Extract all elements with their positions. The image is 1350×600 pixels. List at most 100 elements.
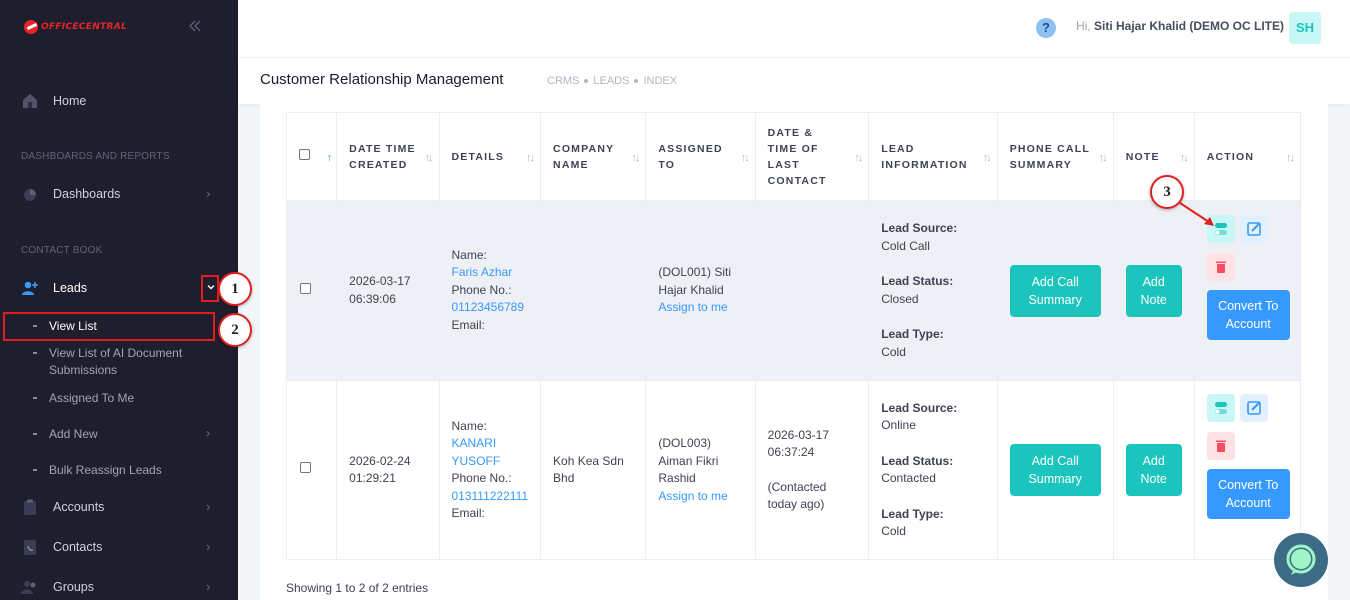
sort-icon[interactable]: ↑↓ [741,150,750,166]
breadcrumb-item[interactable]: CRMS [547,75,579,87]
assigned-name: (DOL003) Aiman Fikri Rashid [658,436,719,485]
cell-note: Add Note [1112,380,1195,560]
lead-status-label: Lead Status: [881,274,954,288]
avatar[interactable]: SH [1289,12,1321,44]
chevron-right-icon: › [206,187,211,201]
column-header-label: DATE TIME CREATED [349,142,416,171]
edit-button[interactable] [1239,215,1268,243]
user-greeting[interactable]: Hi, Siti Hajar Khalid (DEMO OC LITE) [1076,19,1284,33]
sort-icon[interactable]: ↑↓ [854,150,863,166]
row-checkbox[interactable] [300,282,311,294]
sort-icon[interactable]: ↑↓ [1286,150,1295,166]
date-text: 2026-02-24 [349,453,411,468]
sidebar-subitem-label: View List of AI Document Submissions [49,346,183,377]
column-header-company[interactable]: COMPANY NAME ↑↓ [540,112,647,201]
sort-icon[interactable]: ↑↓ [983,150,992,166]
sort-icon[interactable]: ↑↓ [1099,150,1108,166]
lead-source-value: Online [881,418,916,432]
column-header-label: DETAILS [451,150,505,163]
delete-button[interactable] [1206,432,1235,460]
double-chevron-left-icon[interactable] [188,18,202,38]
column-header-last-contact[interactable]: DATE & TIME OF LAST CONTACT ↑↓ [754,112,870,201]
cell-company [540,200,647,381]
last-contact-time: 06:37:24 [767,445,815,459]
subheader: Customer Relationship Management CRMS LE… [238,58,1350,104]
lead-name-link[interactable]: Faris Azhar [452,264,529,282]
cell-call-summary: Add Call Summary [996,200,1114,381]
sort-icon[interactable]: ↑↓ [1180,150,1189,166]
table-info: Showing 1 to 2 of 2 entries [286,581,429,595]
sort-icon[interactable]: ↑↓ [425,150,434,166]
column-header-details[interactable]: DETAILS ↑↓ [438,112,542,201]
phone-label: Phone No.: [451,471,512,485]
column-header-assigned[interactable]: ASSIGNED TO ↑↓ [645,112,756,201]
assigned-name: (DOL001) Siti Hajar Khalid [658,265,732,297]
convert-to-account-button[interactable]: Convert To Account [1206,469,1290,519]
add-note-button[interactable]: Add Note [1125,264,1182,317]
greeting-prefix: Hi, [1076,19,1094,33]
assign-to-me-link[interactable]: Assign to me [658,488,742,506]
breadcrumb-item: INDEX [643,75,678,87]
sidebar-subitem-bulk-reassign[interactable]: Bulk Reassign Leads [33,462,233,479]
table-row: 2026-03-17 06:39:06 Name: Faris Azhar Pho… [285,200,1302,381]
pie-chart-icon [21,185,39,203]
highlight-box-leads-toggle [201,275,219,302]
sidebar-subitem-label: Bulk Reassign Leads [49,463,162,477]
sidebar-item-label: Accounts [53,500,105,514]
convert-to-account-button[interactable]: Convert To Account [1206,290,1290,340]
select-all-header: ↑ [285,112,338,201]
breadcrumb-item[interactable]: LEADS [593,75,629,87]
column-header-label: LEAD INFORMATION [881,142,968,171]
assign-to-me-link[interactable]: Assign to me [658,299,742,317]
column-header-date-created[interactable]: DATE TIME CREATED ↑↓ [336,112,440,201]
sidebar-subitem-ai-documents[interactable]: View List of AI Document Submissions [33,345,233,379]
cell-lead-info: Lead Source: Online Lead Status: Contact… [868,380,998,560]
sidebar-section-label: CONTACT BOOK [21,245,103,256]
add-note-button[interactable]: Add Note [1125,444,1182,496]
sidebar-item-accounts[interactable]: Accounts › [0,492,238,522]
chat-widget-button[interactable] [1274,533,1328,587]
lead-name-link[interactable]: KANARI YUSOFF [452,435,529,470]
sort-icon[interactable]: ↑↓ [631,150,640,166]
column-header-action[interactable]: ACTION ↑↓ [1193,112,1302,201]
sidebar-item-home[interactable]: Home [0,86,238,116]
brand-logo[interactable]: OFFICECENTRAL [24,16,127,38]
add-call-summary-button[interactable]: Add Call Summary [1009,264,1101,317]
sidebar-subitem-add-new[interactable]: Add New › [33,426,233,443]
lead-source-value: Cold Call [881,238,930,253]
lead-status-value: Closed [881,291,919,306]
page-title: Customer Relationship Management [260,71,504,88]
sidebar-subitem-assigned-to-me[interactable]: Assigned To Me [33,390,233,407]
sidebar-item-groups[interactable]: Groups › [0,572,238,600]
sidebar-item-label: Leads [53,281,88,295]
lead-status-value: Contacted [881,471,936,485]
lead-type-label: Lead Type: [881,506,944,521]
edit-button[interactable] [1239,394,1268,422]
row-checkbox[interactable] [300,462,311,474]
group-users-icon [21,578,39,596]
phone-link[interactable]: 013111222111 [452,488,529,506]
lead-source-label: Lead Source: [881,221,958,235]
sidebar-item-contacts[interactable]: Contacts › [0,532,238,562]
column-header-label: DATE & TIME OF LAST CONTACT [767,126,827,187]
delete-button[interactable] [1206,253,1235,281]
row-select-cell [285,380,338,560]
add-call-summary-button[interactable]: Add Call Summary [1009,444,1101,496]
chevron-right-icon: › [206,500,211,514]
sidebar-item-dashboards[interactable]: Dashboards › [0,179,238,209]
select-all-checkbox[interactable] [299,148,310,160]
cell-lead-info: Lead Source: Cold Call Lead Status: Clos… [868,200,998,381]
sort-icon[interactable]: ↑↓ [526,150,535,166]
phone-link[interactable]: 01123456789 [452,299,529,317]
email-label: Email: [451,317,485,332]
column-header-call-summary[interactable]: PHONE CALL SUMMARY ↑↓ [996,112,1114,201]
help-icon[interactable]: ? [1036,18,1056,38]
toggle-status-button[interactable] [1206,394,1235,422]
name-label: Name: [451,247,487,262]
sort-icon[interactable]: ↑ [327,150,332,166]
column-header-lead-info[interactable]: LEAD INFORMATION ↑↓ [868,112,998,201]
trash-icon [1215,440,1226,452]
bullet-icon [33,469,37,471]
breadcrumb-separator [634,79,639,83]
row-select-cell [285,200,338,381]
